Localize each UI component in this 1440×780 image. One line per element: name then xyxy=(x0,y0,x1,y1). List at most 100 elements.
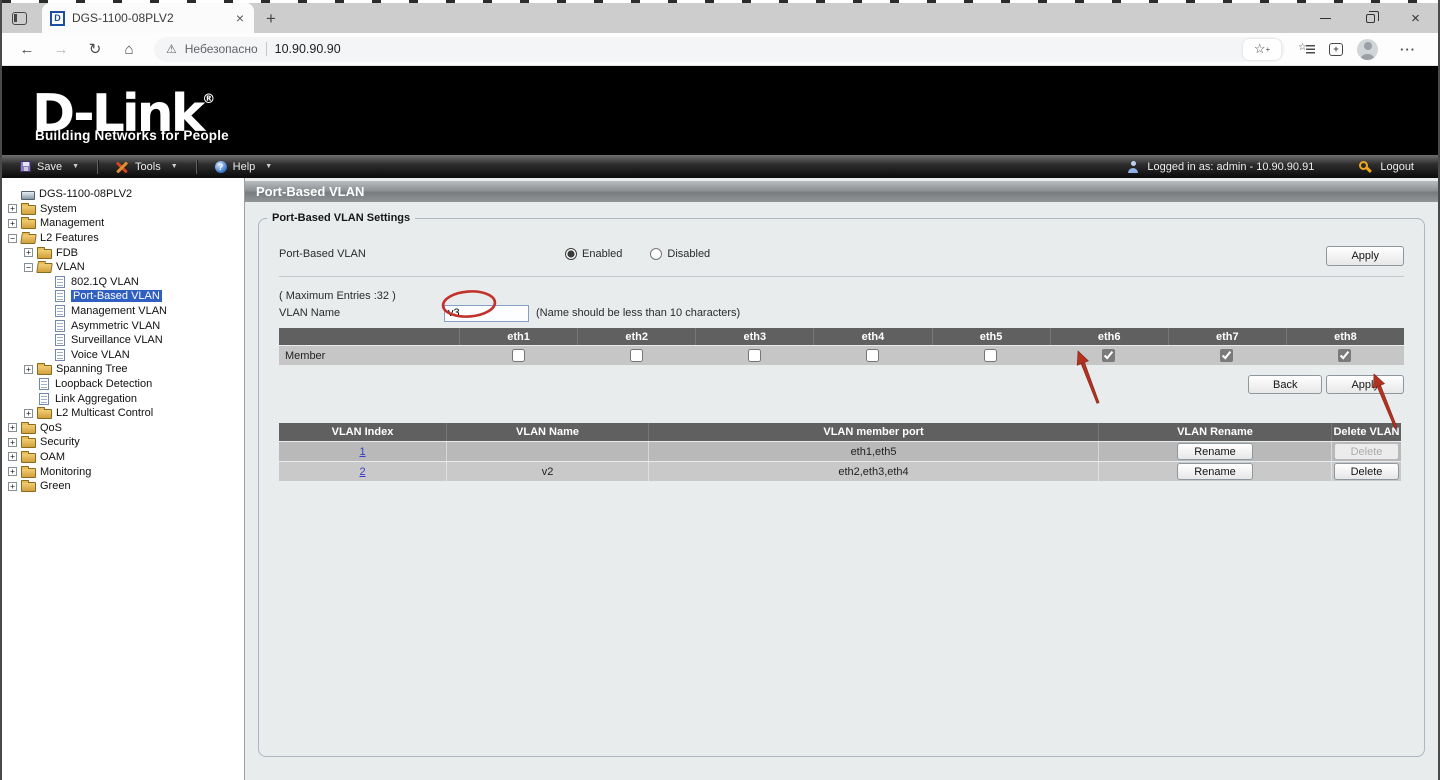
tree-item-label[interactable]: DGS-1100-08PLV2 xyxy=(39,188,132,200)
tree-item-vlan[interactable]: − VLAN xyxy=(6,260,244,275)
expand-toggle-icon[interactable]: + xyxy=(8,204,17,213)
expand-toggle-icon[interactable]: + xyxy=(8,219,17,228)
tab-groups-icon[interactable]: + xyxy=(1329,43,1343,56)
back-icon[interactable]: ← xyxy=(12,41,42,58)
collapse-toggle-icon[interactable]: − xyxy=(8,234,17,243)
tree-item-label[interactable]: Asymmetric VLAN xyxy=(71,320,160,332)
tree-item-l2-multicast-control[interactable]: + L2 Multicast Control xyxy=(6,406,244,421)
tools-menu[interactable]: Tools ▼ xyxy=(98,161,196,173)
enabled-radio-input[interactable] xyxy=(565,248,577,260)
delete-button[interactable]: Delete xyxy=(1334,463,1400,480)
expand-toggle-icon[interactable]: + xyxy=(8,423,17,432)
tree-item-qos[interactable]: + QoS xyxy=(6,421,244,436)
expand-toggle-icon[interactable]: + xyxy=(8,452,17,461)
member-checkbox-eth6[interactable] xyxy=(1102,349,1115,362)
member-checkbox-eth1[interactable] xyxy=(512,349,525,362)
member-checkbox-eth7[interactable] xyxy=(1220,349,1233,362)
tree-item-voice-vlan[interactable]: Voice VLAN xyxy=(6,348,244,363)
tree-item-label[interactable]: Management VLAN xyxy=(71,305,167,317)
member-checkbox-eth4[interactable] xyxy=(866,349,879,362)
tree-item-802-1q-vlan[interactable]: 802.1Q VLAN xyxy=(6,275,244,290)
member-checkbox-eth8[interactable] xyxy=(1338,349,1351,362)
tree-item-label[interactable]: OAM xyxy=(40,451,65,463)
tree-item-management-vlan[interactable]: Management VLAN xyxy=(6,304,244,319)
expand-toggle-icon[interactable]: + xyxy=(8,482,17,491)
add-favorite-button[interactable]: ☆+ xyxy=(1243,39,1281,60)
tree-item-label[interactable]: Surveillance VLAN xyxy=(71,334,163,346)
apply-state-button[interactable]: Apply xyxy=(1326,246,1404,266)
vlan-index-link[interactable]: 2 xyxy=(359,466,365,478)
tree-item-security[interactable]: + Security xyxy=(6,435,244,450)
tree-item-green[interactable]: + Green xyxy=(6,479,244,494)
expand-toggle-icon[interactable]: + xyxy=(24,409,33,418)
tree-item-fdb[interactable]: + FDB xyxy=(6,245,244,260)
expand-toggle-icon[interactable]: + xyxy=(8,467,17,476)
tree-item-surveillance-vlan[interactable]: Surveillance VLAN xyxy=(6,333,244,348)
vlan-index-link[interactable]: 1 xyxy=(359,446,365,458)
browser-menu-icon[interactable]: ··· xyxy=(1392,42,1424,57)
url-text[interactable]: 10.90.90.90 xyxy=(275,42,1235,56)
tree-item-label[interactable]: Spanning Tree xyxy=(56,363,128,375)
not-secure-warning-icon[interactable]: ⚠ xyxy=(166,42,177,56)
port-column-header: eth2 xyxy=(577,328,695,345)
tree-item-label[interactable]: Management xyxy=(40,217,104,229)
tree-item-system[interactable]: + System xyxy=(6,202,244,217)
back-button[interactable]: Back xyxy=(1248,375,1322,394)
tree-item-l2-features[interactable]: − L2 Features xyxy=(6,231,244,246)
tab-actions-button[interactable] xyxy=(2,3,36,33)
logout-button[interactable]: Logout xyxy=(1380,161,1428,173)
apply-members-button[interactable]: Apply xyxy=(1326,375,1404,394)
tree-item-label[interactable]: Loopback Detection xyxy=(55,378,152,390)
minimize-button[interactable] xyxy=(1303,3,1348,33)
expand-toggle-icon[interactable]: + xyxy=(24,365,33,374)
tree-item-label[interactable]: FDB xyxy=(56,247,78,259)
new-tab-button[interactable]: + xyxy=(254,5,288,33)
collections-icon[interactable] xyxy=(1299,43,1315,56)
tree-item-label[interactable]: Link Aggregation xyxy=(55,393,137,405)
expand-toggle-icon[interactable]: + xyxy=(24,248,33,257)
browser-tab[interactable]: D DGS-1100-08PLV2 × xyxy=(42,3,254,33)
close-button[interactable]: × xyxy=(1393,3,1438,33)
vlan-name-input[interactable] xyxy=(444,305,529,322)
tree-item-label[interactable]: Voice VLAN xyxy=(71,349,130,361)
member-checkbox-eth3[interactable] xyxy=(748,349,761,362)
tree-item-label[interactable]: Monitoring xyxy=(40,466,91,478)
security-label[interactable]: Небезопасно xyxy=(185,42,258,56)
rename-button[interactable]: Rename xyxy=(1177,443,1253,460)
tree-item-label[interactable]: QoS xyxy=(40,422,62,434)
tree-item-label[interactable]: 802.1Q VLAN xyxy=(71,276,139,288)
enabled-radio[interactable]: Enabled xyxy=(565,248,622,260)
member-checkbox-eth2[interactable] xyxy=(630,349,643,362)
tree-item-label[interactable]: Port-Based VLAN xyxy=(71,290,162,302)
collapse-toggle-icon[interactable]: − xyxy=(24,263,33,272)
disabled-radio-input[interactable] xyxy=(650,248,662,260)
member-checkbox-eth5[interactable] xyxy=(984,349,997,362)
tree-item-label[interactable]: System xyxy=(40,203,77,215)
tree-item-management[interactable]: + Management xyxy=(6,216,244,231)
tab-close-icon[interactable]: × xyxy=(234,10,246,26)
tree-item-asymmetric-vlan[interactable]: Asymmetric VLAN xyxy=(6,318,244,333)
refresh-icon[interactable]: ↻ xyxy=(80,40,110,58)
tree-item-loopback-detection[interactable]: Loopback Detection xyxy=(6,377,244,392)
tree-item-label[interactable]: L2 Multicast Control xyxy=(56,407,153,419)
tree-item-port-based-vlan[interactable]: Port-Based VLAN xyxy=(6,289,244,304)
rename-button[interactable]: Rename xyxy=(1177,463,1253,480)
tree-item-label[interactable]: Security xyxy=(40,436,80,448)
tree-item-monitoring[interactable]: + Monitoring xyxy=(6,464,244,479)
home-icon[interactable]: ⌂ xyxy=(114,41,144,58)
restore-button[interactable] xyxy=(1348,3,1393,33)
tree-item-spanning-tree[interactable]: + Spanning Tree xyxy=(6,362,244,377)
url-field[interactable]: ⚠ Небезопасно 10.90.90.90 ☆+ xyxy=(154,37,1285,62)
disabled-radio[interactable]: Disabled xyxy=(650,248,710,260)
tree-item-label[interactable]: L2 Features xyxy=(40,232,99,244)
help-menu[interactable]: ? Help ▼ xyxy=(197,161,291,173)
forward-icon[interactable]: → xyxy=(46,41,76,58)
tree-item-label[interactable]: Green xyxy=(40,480,71,492)
tree-item-dgs-1100-08plv2[interactable]: DGS-1100-08PLV2 xyxy=(6,187,244,202)
tree-item-link-aggregation[interactable]: Link Aggregation xyxy=(6,391,244,406)
tree-item-oam[interactable]: + OAM xyxy=(6,450,244,465)
save-menu[interactable]: Save ▼ xyxy=(2,161,97,173)
expand-toggle-icon[interactable]: + xyxy=(8,438,17,447)
profile-avatar[interactable] xyxy=(1357,39,1378,60)
tree-item-label[interactable]: VLAN xyxy=(56,261,85,273)
